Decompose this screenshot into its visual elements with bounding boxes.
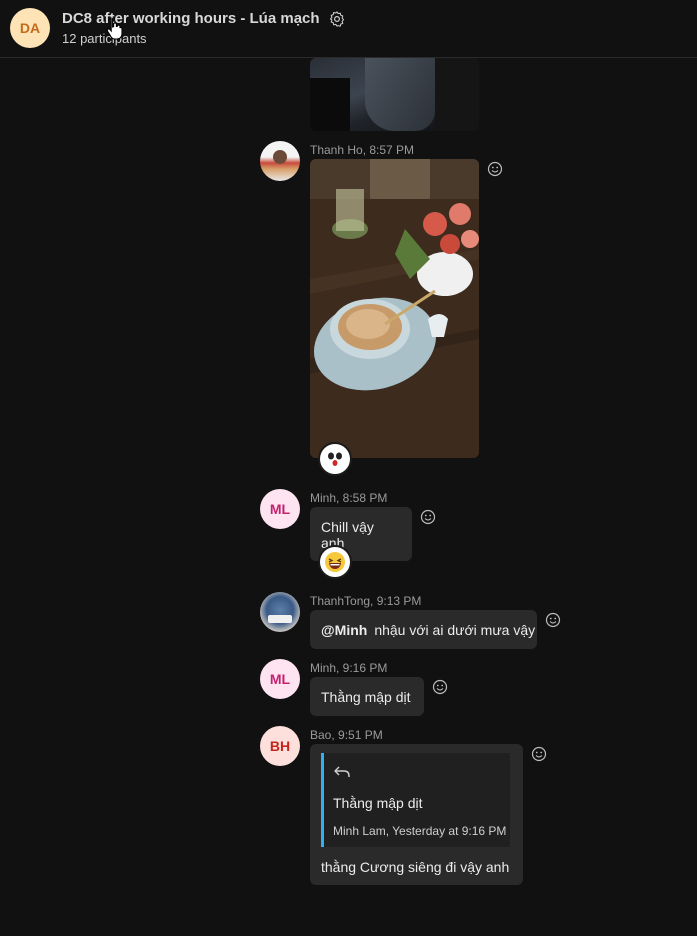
avatar[interactable] [260, 141, 300, 181]
quoted-text: Thằng mập dịt [333, 795, 423, 811]
chat-header: DA DC8 after working hours - Lúa mạch 12… [0, 0, 697, 58]
message-bubble[interactable]: Thằng mập dịt Minh Lam, Yesterday at 9:1… [310, 744, 523, 885]
message-meta: Minh, 9:16 PM [310, 661, 388, 675]
avatar[interactable] [260, 592, 300, 632]
shocked-face-reaction[interactable] [318, 442, 352, 476]
coffee-photo[interactable] [310, 159, 479, 458]
add-reaction-icon[interactable] [420, 509, 436, 525]
add-reaction-icon[interactable] [487, 161, 503, 177]
add-reaction-icon[interactable] [432, 679, 448, 695]
quoted-message[interactable]: Thằng mập dịt Minh Lam, Yesterday at 9:1… [321, 753, 510, 847]
add-reaction-icon[interactable] [545, 612, 561, 628]
hand-cursor-icon [106, 17, 123, 40]
group-avatar[interactable]: DA [10, 8, 50, 48]
message-meta: Thanh Ho, 8:57 PM [310, 143, 415, 157]
laughing-face-reaction[interactable] [318, 545, 352, 579]
reply-icon [334, 766, 350, 777]
message-text: nhậu với ai dưới mưa vậy [374, 622, 536, 638]
message-meta: Bao, 9:51 PM [310, 728, 383, 742]
shocked-face-icon [325, 449, 345, 469]
message-text: Thằng mập dịt [321, 689, 411, 705]
message-text: thằng Cương siêng đi vậy anh [321, 859, 510, 875]
chat-title[interactable]: DC8 after working hours - Lúa mạch [62, 10, 320, 27]
quoted-author: Minh Lam, Yesterday at 9:16 PM [333, 824, 507, 838]
photo-content [310, 159, 479, 458]
avatar[interactable]: ML [260, 659, 300, 699]
user-mention[interactable]: @Minh [321, 622, 367, 638]
message-meta: ThanhTong, 9:13 PM [310, 594, 422, 608]
message-bubble[interactable]: Thằng mập dịt [310, 677, 424, 716]
message-bubble[interactable]: @Minh nhậu với ai dưới mưa vậy [310, 610, 537, 649]
avatar[interactable]: ML [260, 489, 300, 529]
avatar[interactable]: BH [260, 726, 300, 766]
add-reaction-icon[interactable] [531, 746, 547, 762]
message-meta: Minh, 8:58 PM [310, 491, 388, 505]
previous-photo[interactable] [310, 58, 479, 131]
participants-count[interactable]: 12 participants [62, 31, 147, 46]
laughing-face-icon [325, 552, 345, 572]
gear-icon[interactable] [328, 10, 346, 28]
